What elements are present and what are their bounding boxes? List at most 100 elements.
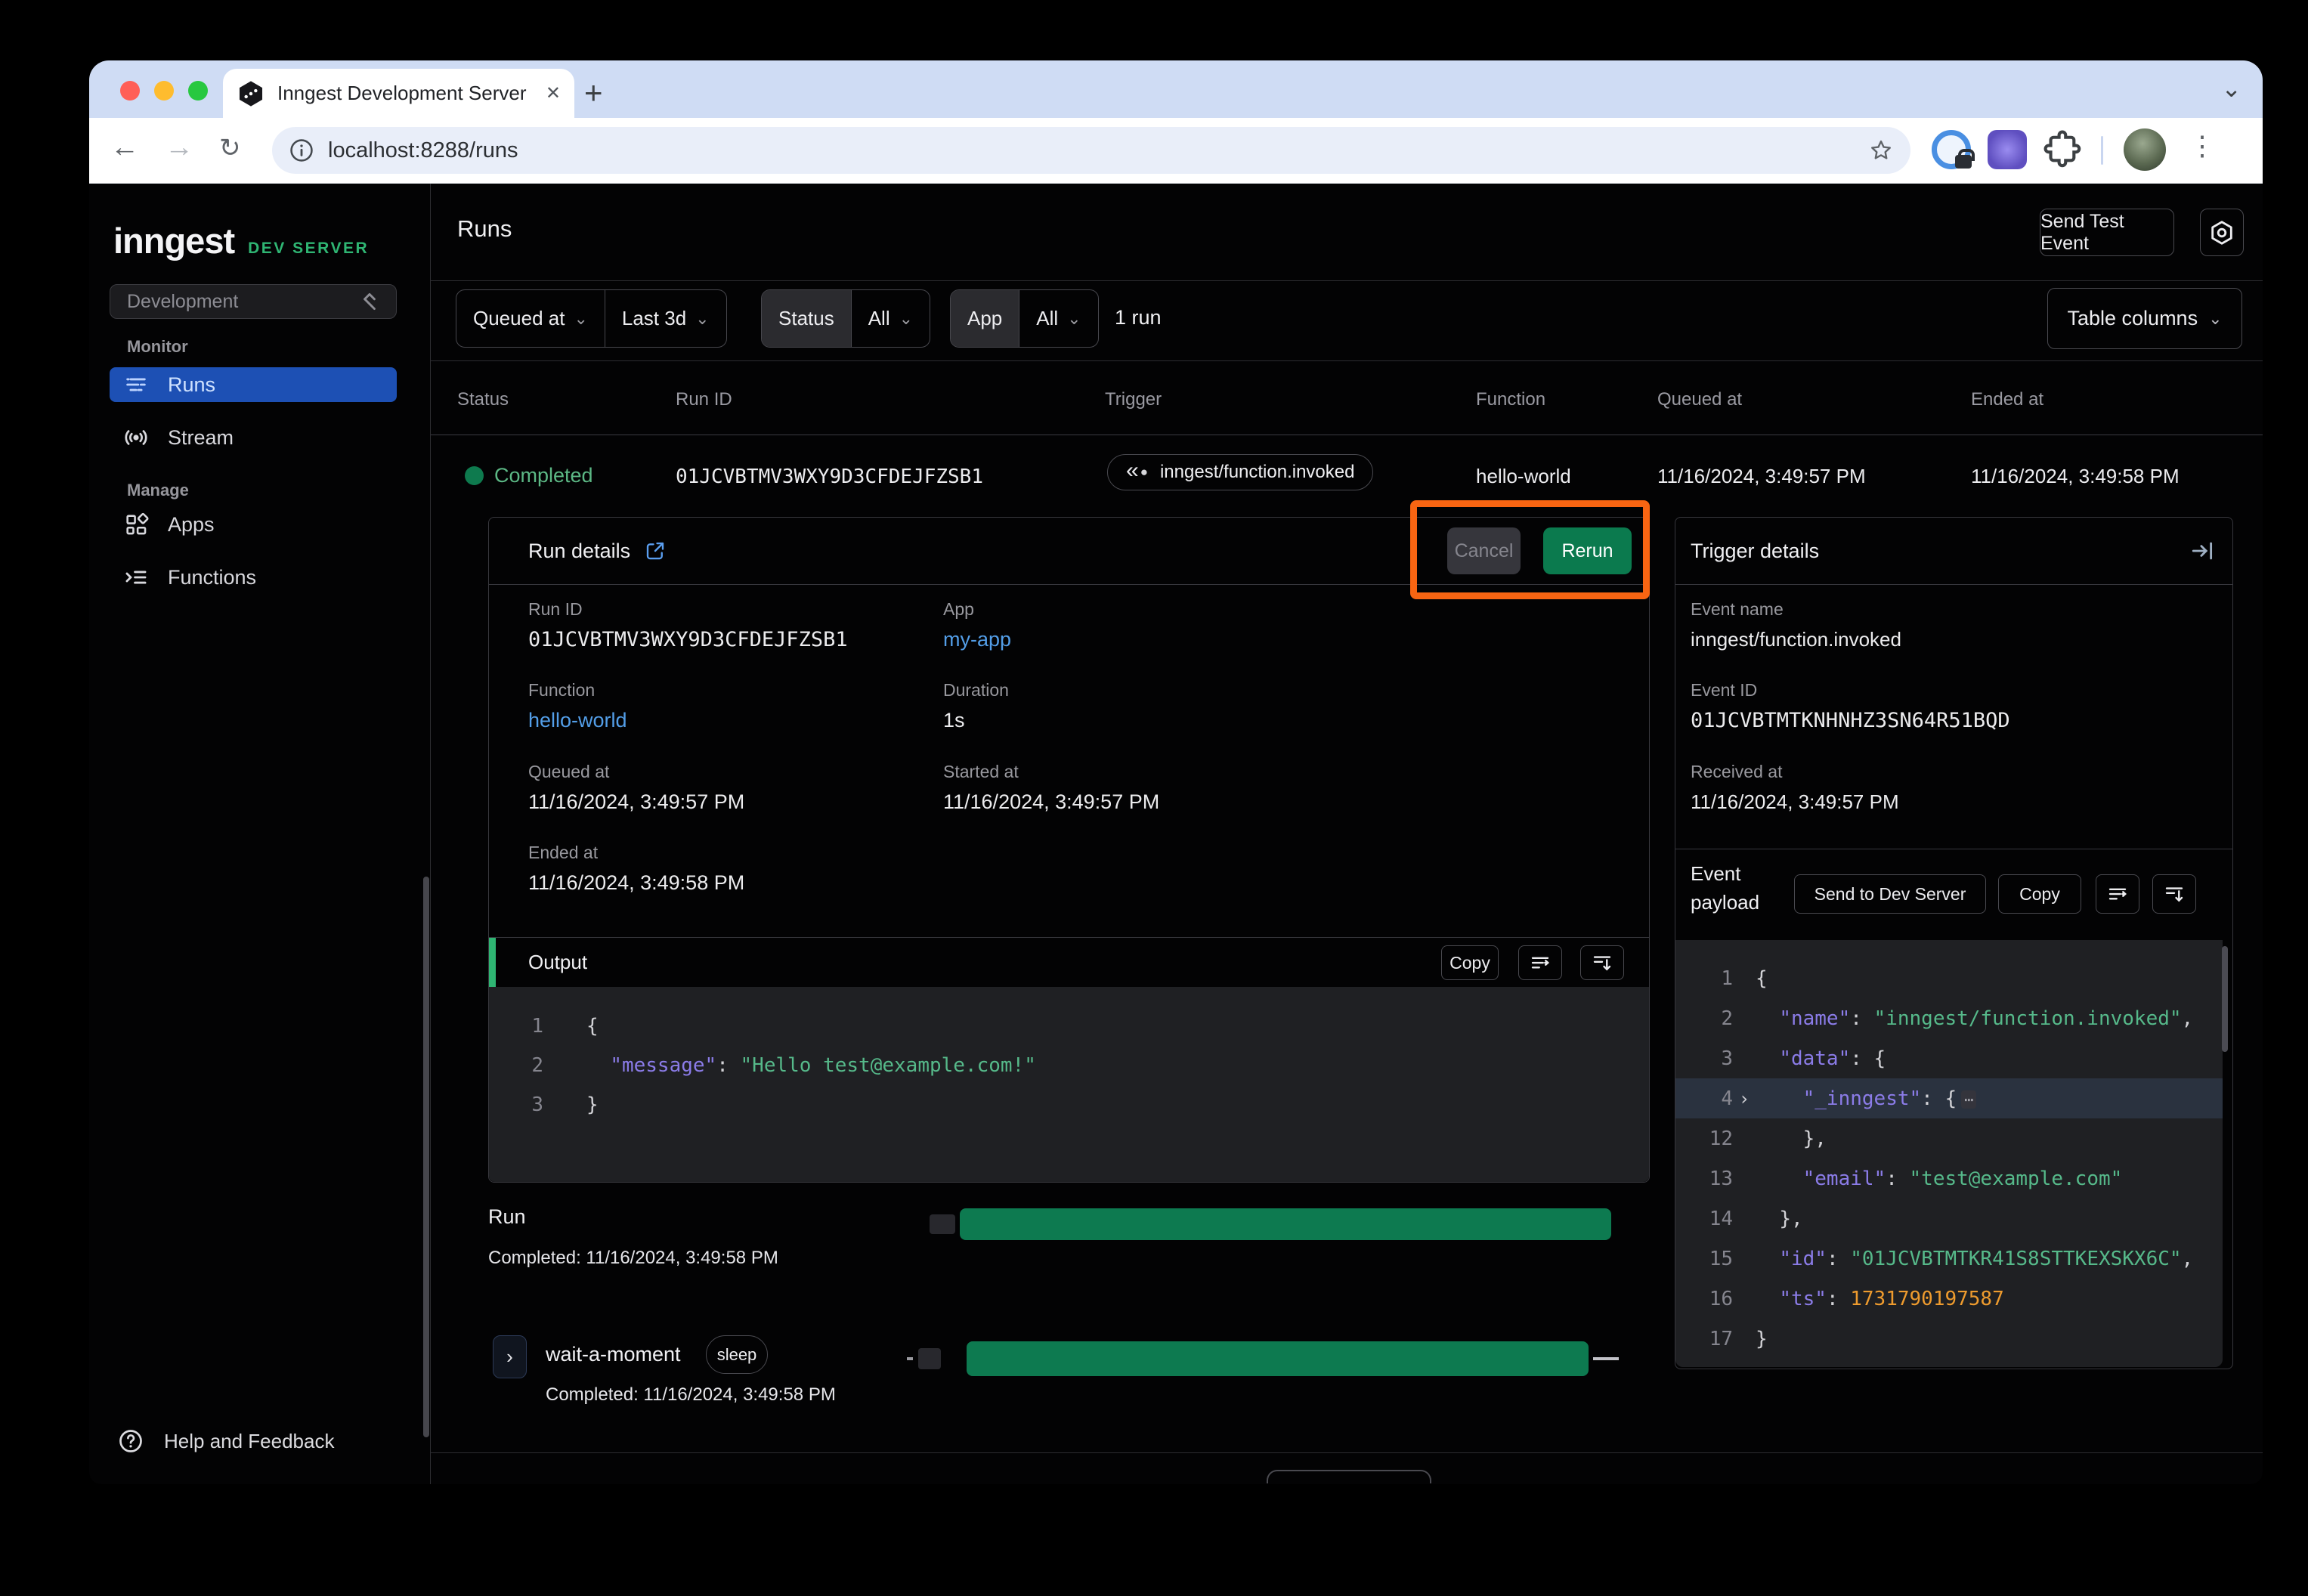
- sidebar-item-label: Apps: [168, 513, 215, 537]
- queued-at-filter[interactable]: Queued at⌄ Last 3d⌄: [456, 289, 727, 348]
- fold-chevron-icon[interactable]: ›: [1733, 1088, 1756, 1109]
- payload-scrollbar-thumb[interactable]: [2222, 946, 2228, 1052]
- column-header-trigger: Trigger: [1105, 389, 1162, 410]
- column-header-queued-at: Queued at: [1657, 389, 1742, 410]
- timeline-step-completed: Completed: 11/16/2024, 3:49:58 PM: [546, 1384, 836, 1406]
- help-icon: [117, 1427, 144, 1455]
- copy-payload-button[interactable]: Copy: [1998, 874, 2081, 914]
- manage-section-label: Manage: [127, 481, 189, 500]
- app-filter[interactable]: App All⌄: [950, 289, 1099, 348]
- event-dot-icon: ●: [1140, 465, 1148, 480]
- run-id-cell[interactable]: 01JCVBTMV3WXY9D3CFDEJFZSB1: [676, 466, 983, 488]
- extension-icon[interactable]: [1988, 130, 2027, 169]
- chevron-down-icon: ⌄: [1067, 309, 1081, 329]
- tab-search-chevron-icon[interactable]: ⌄: [2221, 74, 2241, 103]
- code-line: 2 "message": "Hello test@example.com!": [489, 1046, 1649, 1085]
- extensions-puzzle-icon[interactable]: [2043, 130, 2083, 169]
- timeline-step-bar[interactable]: [967, 1341, 1589, 1376]
- code-line: 15 "id": "01JCVBTMTKR41S8STTKEXSKX6C",: [1675, 1239, 2223, 1279]
- scrollbar-thumb[interactable]: [423, 877, 429, 1437]
- status-filter[interactable]: Status All⌄: [761, 289, 930, 348]
- monitor-section-label: Monitor: [127, 337, 188, 357]
- function-link[interactable]: hello-world: [528, 709, 627, 732]
- expand-output-icon[interactable]: [1580, 945, 1624, 980]
- timeline-step-tick-left: [907, 1357, 913, 1360]
- trigger-badge[interactable]: « ● inngest/function.invoked: [1107, 454, 1373, 490]
- sidebar-item-stream[interactable]: Stream: [110, 420, 397, 455]
- desktop: Inngest Development Server ✕ + ⌄ ← → ↻ l…: [0, 0, 2308, 1596]
- output-code: 1{2 "message": "Hello test@example.com!"…: [489, 987, 1649, 1182]
- open-in-new-tab-icon[interactable]: [644, 540, 667, 562]
- back-button[interactable]: ←: [110, 131, 139, 164]
- send-test-event-button[interactable]: Send Test Event: [2040, 209, 2174, 256]
- sidebar-item-functions[interactable]: Functions: [110, 560, 397, 595]
- app-filter-value[interactable]: All⌄: [1019, 290, 1097, 347]
- date-range-filter[interactable]: Last 3d⌄: [605, 290, 726, 347]
- tab-close-icon[interactable]: ✕: [546, 82, 561, 104]
- chevron-down-icon: ⌄: [2208, 309, 2222, 329]
- sidebar: inngest DEV SERVER Development Monitor R…: [89, 184, 431, 1484]
- collapse-panel-icon[interactable]: [2190, 538, 2216, 564]
- profile-avatar[interactable]: [2124, 128, 2166, 171]
- toolbar-divider: [2101, 136, 2103, 165]
- site-info-icon[interactable]: [289, 138, 314, 163]
- app-link[interactable]: my-app: [943, 628, 1011, 651]
- run-status: Completed: [494, 464, 593, 487]
- inngest-logo: inngest DEV SERVER: [113, 220, 369, 261]
- expand-step-button[interactable]: ›: [493, 1335, 527, 1378]
- zoom-window-button[interactable]: [188, 81, 208, 101]
- functions-icon: [122, 564, 150, 591]
- code-line[interactable]: 4› "_inngest": {⋯: [1675, 1078, 2223, 1118]
- apps-icon: [122, 511, 150, 538]
- code-line: 16 "ts": 1731790197587: [1675, 1279, 2223, 1319]
- tab-title: Inngest Development Server: [277, 82, 538, 105]
- queued-at-filter-field[interactable]: Queued at⌄: [456, 290, 605, 347]
- duration-value: 1s: [943, 709, 965, 732]
- forward-button[interactable]: →: [165, 131, 193, 164]
- close-window-button[interactable]: [120, 81, 140, 101]
- sidebar-item-label: Runs: [168, 373, 215, 397]
- table-columns-button[interactable]: Table columns⌄: [2047, 288, 2242, 349]
- settings-gear-button[interactable]: [2200, 209, 2244, 256]
- dev-server-badge: DEV SERVER: [248, 240, 369, 258]
- word-wrap-icon[interactable]: [1518, 945, 1562, 980]
- help-and-feedback[interactable]: Help and Feedback: [117, 1427, 334, 1455]
- browser-menu-icon[interactable]: ⋮: [2189, 130, 2216, 162]
- minimize-window-button[interactable]: [154, 81, 174, 101]
- reload-button[interactable]: ↻: [219, 133, 241, 163]
- started-at-label: Started at: [943, 762, 1019, 782]
- output-title: Output: [528, 951, 587, 974]
- event-name-label: Event name: [1691, 599, 1784, 620]
- run-details-title: Run details: [528, 540, 630, 563]
- bookmark-star-icon[interactable]: [1868, 138, 1894, 163]
- event-id-label: Event ID: [1691, 680, 1757, 701]
- password-manager-extension-icon[interactable]: [1932, 130, 1971, 169]
- queued-at-value: 11/16/2024, 3:49:57 PM: [528, 790, 744, 814]
- word-wrap-icon[interactable]: [2096, 874, 2139, 914]
- address-bar[interactable]: localhost:8288/runs: [272, 127, 1910, 174]
- output-header: Output Copy: [489, 937, 1649, 987]
- help-label: Help and Feedback: [164, 1430, 334, 1453]
- timeline-step-tick-right: [1593, 1357, 1619, 1360]
- chevron-down-icon: ⌄: [695, 309, 709, 329]
- code-line: 3}: [489, 1085, 1649, 1124]
- new-tab-button[interactable]: +: [584, 72, 603, 114]
- clipped-button[interactable]: [1267, 1470, 1431, 1483]
- ended-at-cell: 11/16/2024, 3:49:58 PM: [1971, 465, 2180, 488]
- browser-tab[interactable]: Inngest Development Server ✕: [223, 69, 574, 118]
- timeline-run-bar[interactable]: [960, 1208, 1611, 1240]
- status-filter-value[interactable]: All⌄: [851, 290, 930, 347]
- timeline-run-label: Run: [488, 1205, 526, 1229]
- expand-payload-icon[interactable]: [2152, 874, 2196, 914]
- environment-select[interactable]: Development: [110, 284, 397, 319]
- divider: [431, 280, 2263, 281]
- sidebar-item-label: Stream: [168, 426, 234, 450]
- send-to-dev-server-button[interactable]: Send to Dev Server: [1794, 874, 1986, 914]
- ended-at-value: 11/16/2024, 3:49:58 PM: [528, 871, 744, 895]
- sidebar-item-apps[interactable]: Apps: [110, 507, 397, 542]
- copy-output-button[interactable]: Copy: [1441, 945, 1499, 980]
- code-line: 3 "data": {: [1675, 1038, 2223, 1078]
- sidebar-item-runs[interactable]: Runs: [110, 367, 397, 402]
- logo-text: inngest: [113, 220, 234, 261]
- ended-at-label: Ended at: [528, 843, 598, 863]
